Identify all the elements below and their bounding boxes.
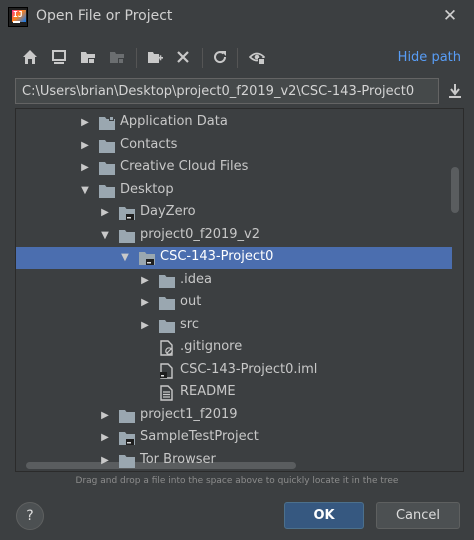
folder-icon [118, 453, 136, 469]
tree-row-label: .idea [180, 271, 212, 287]
module-folder-icon[interactable] [106, 46, 128, 68]
window-title: Open File or Project [36, 8, 173, 24]
collapsed-arrow-icon[interactable]: ▶ [98, 405, 112, 427]
refresh-icon[interactable] [209, 46, 231, 68]
tree-row-label: CSC-143-Project0.iml [180, 361, 318, 377]
tree-row-label: Creative Cloud Files [120, 159, 249, 174]
toolbar-separator [202, 48, 203, 68]
tree-row[interactable]: README [16, 382, 452, 404]
tree-row-label: Desktop [120, 181, 174, 197]
show-hidden-icon[interactable] [246, 46, 268, 68]
folder-icon [98, 138, 116, 154]
tree-row[interactable]: ▶ project1_f2019 [16, 405, 452, 427]
collapsed-arrow-icon[interactable]: ▶ [78, 112, 92, 134]
tree-row[interactable]: CSC-143-Project0.iml [16, 360, 452, 382]
project-folder-icon [118, 430, 136, 446]
folder-icon [158, 295, 176, 311]
close-icon[interactable]: ✕ [440, 6, 460, 26]
home-icon[interactable] [19, 46, 41, 68]
desktop-icon[interactable] [48, 46, 70, 68]
folder-icon [118, 408, 136, 424]
cancel-button[interactable]: Cancel [376, 502, 460, 529]
collapsed-arrow-icon[interactable]: ▶ [138, 270, 152, 292]
ignore-file-icon [158, 340, 176, 356]
folder-icon [98, 160, 116, 176]
tree-row[interactable]: ▶ .idea [16, 270, 452, 292]
collapsed-arrow-icon[interactable]: ▶ [138, 292, 152, 314]
collapsed-arrow-icon[interactable]: ▶ [78, 135, 92, 157]
drag-drop-hint: Drag and drop a file into the space abov… [75, 476, 399, 486]
tree-row[interactable]: ▼ project0_f2019_v2 [16, 225, 452, 247]
tree-row-label: out [180, 294, 202, 309]
tree-row[interactable]: ▶ SampleTestProject [16, 427, 452, 449]
tree-row[interactable]: .gitignore [16, 337, 452, 359]
tree-row[interactable]: ▼ Desktop [16, 180, 452, 202]
title-bar: IJ Open File or Project ✕ [0, 0, 474, 34]
project-folder-icon[interactable] [77, 46, 99, 68]
folder-icon [158, 318, 176, 334]
tree-row-label: Tor Browser [140, 451, 216, 467]
expanded-arrow-icon[interactable]: ▼ [118, 247, 132, 269]
tree-row-label: Contacts [120, 136, 178, 152]
tree-row[interactable]: ▼ CSC-143-Project0 [16, 247, 452, 269]
project-folder-icon [118, 205, 136, 221]
iml-file-icon [158, 362, 176, 379]
tree-row[interactable]: ▶ Contacts [16, 135, 452, 157]
tree-row-label: src [180, 316, 199, 332]
collapsed-arrow-icon[interactable]: ▶ [138, 315, 152, 337]
tree-row[interactable]: ▶ out [16, 292, 452, 314]
folder-icon [118, 228, 136, 244]
ok-button[interactable]: OK [284, 502, 364, 529]
toolbar-separator [237, 48, 238, 68]
tree-row[interactable]: ▶ Application Data [16, 112, 452, 134]
tree-row[interactable]: ▶ Tor Browser [16, 450, 452, 472]
path-input[interactable] [16, 79, 438, 103]
hide-path-link[interactable]: Hide path [398, 50, 461, 65]
tree-row-label: DayZero [140, 204, 196, 219]
expanded-arrow-icon[interactable]: ▼ [98, 225, 112, 247]
expanded-arrow-icon[interactable]: ▼ [78, 180, 92, 202]
folder-icon [158, 273, 176, 289]
tree-row[interactable]: ▶ Creative Cloud Files [16, 157, 452, 179]
text-file-icon [158, 385, 176, 401]
tree-row[interactable]: ▶ DayZero [16, 202, 452, 224]
file-tree[interactable]: ▶ Application Data ▶ Contacts ▶ Creative Clou… [15, 108, 464, 472]
folder-icon [98, 183, 116, 199]
tree-row-label: project1_f2019 [140, 406, 238, 422]
tree-row-label: SampleTestProject [140, 429, 259, 444]
collapsed-arrow-icon[interactable]: ▶ [98, 202, 112, 224]
tree-row-label: README [180, 384, 236, 399]
tree-row[interactable]: ▶ src [16, 315, 452, 337]
collapsed-arrow-icon[interactable]: ▶ [78, 157, 92, 179]
download-icon[interactable] [444, 80, 466, 102]
vertical-scrollbar[interactable] [451, 167, 459, 213]
tree-row-label: CSC-143-Project0 [160, 249, 274, 264]
tree-row-label: Application Data [120, 114, 228, 129]
project-folder-icon [138, 250, 156, 266]
toolbar-separator [136, 48, 137, 68]
help-button[interactable]: ? [16, 502, 44, 530]
path-field-container [15, 78, 439, 104]
tree-row-label: .gitignore [180, 339, 243, 354]
collapsed-arrow-icon[interactable]: ▶ [98, 450, 112, 472]
collapsed-arrow-icon[interactable]: ▶ [98, 427, 112, 449]
toolbar: Hide path [0, 42, 474, 74]
tree-row-label: project0_f2019_v2 [140, 226, 261, 242]
folder-special-icon [98, 115, 116, 131]
intellij-app-icon: IJ [8, 7, 28, 27]
delete-icon[interactable] [172, 46, 194, 68]
new-folder-icon[interactable] [144, 46, 166, 68]
